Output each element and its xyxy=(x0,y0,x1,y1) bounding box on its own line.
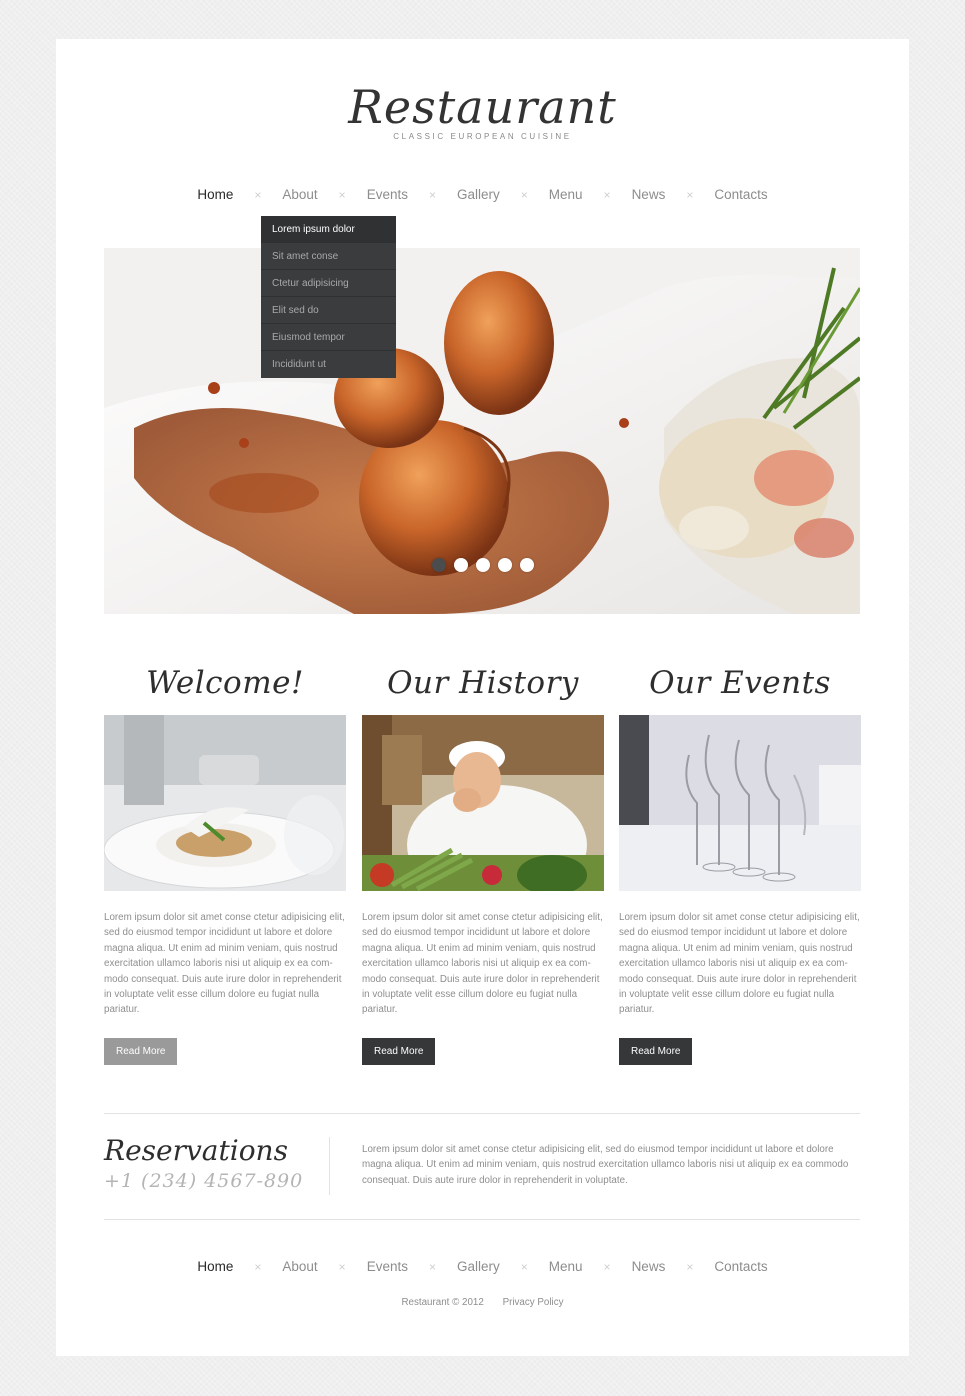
column-text: Lorem ipsum dolor sit amet conse ctetur … xyxy=(104,912,345,1016)
nav-item-events[interactable]: Events xyxy=(367,185,408,205)
slider-dot[interactable] xyxy=(431,558,446,572)
nav-item-gallery[interactable]: Gallery xyxy=(457,185,500,205)
slider-dot[interactable] xyxy=(497,558,512,572)
welcome-column: Welcome! Lorem ipsum dolor sit amet cons… xyxy=(104,655,346,1065)
privacy-policy-link[interactable]: Privacy Policy xyxy=(503,1297,564,1308)
nav-item-menu[interactable]: Menu xyxy=(549,185,583,205)
chef-photo xyxy=(362,715,604,891)
plated-dish-photo xyxy=(104,715,346,891)
nav-separator: × xyxy=(520,188,528,202)
nav-item-menu[interactable]: Menu xyxy=(549,1257,583,1277)
column-title: Welcome! xyxy=(146,665,304,701)
nav-item-news[interactable]: News xyxy=(632,1257,666,1277)
nav-item-contacts[interactable]: Contacts xyxy=(714,1257,767,1277)
column-title: Our Events xyxy=(649,665,831,701)
nav-separator: × xyxy=(338,1260,346,1274)
nav-item-contacts[interactable]: Contacts xyxy=(714,185,767,205)
column-text: Lorem ipsum dolor sit amet conse ctetur … xyxy=(362,912,603,1016)
slider-dot[interactable] xyxy=(475,558,490,572)
nav-separator: × xyxy=(603,188,611,202)
nav-separator: × xyxy=(338,188,346,202)
read-more-button[interactable]: Read More xyxy=(619,1037,693,1065)
reservations-title: Reservations xyxy=(104,1134,288,1167)
column-text: Lorem ipsum dolor sit amet conse ctetur … xyxy=(619,912,860,1016)
nav-item-gallery[interactable]: Gallery xyxy=(457,1257,500,1277)
divider xyxy=(104,1219,860,1220)
reservations-text: Lorem ipsum dolor sit amet conse ctetur … xyxy=(362,1144,849,1186)
nav-separator: × xyxy=(686,1260,694,1274)
dropdown-item[interactable]: Ctetur adipisicing xyxy=(261,270,396,297)
main-nav: Home × About × Events × Gallery × Menu ×… xyxy=(0,185,965,205)
dropdown-item[interactable]: Incididunt ut xyxy=(261,351,396,378)
nav-item-events[interactable]: Events xyxy=(367,1257,408,1277)
nav-item-home[interactable]: Home xyxy=(197,185,233,205)
nav-separator: × xyxy=(686,188,694,202)
dropdown-item[interactable]: Elit sed do xyxy=(261,297,396,324)
wine-glasses-photo xyxy=(619,715,861,891)
footer: Restaurant © 2012 Privacy Policy xyxy=(0,1297,965,1308)
footer-nav: Home × About × Events × Gallery × Menu ×… xyxy=(0,1257,965,1277)
nav-item-about[interactable]: About xyxy=(282,185,317,205)
slider-pagination xyxy=(0,558,965,572)
history-column: Our History Lorem ipsum dolor sit amet c… xyxy=(362,655,604,1065)
nav-item-news[interactable]: News xyxy=(632,185,666,205)
dropdown-item[interactable]: Sit amet conse xyxy=(261,243,396,270)
slider-dot[interactable] xyxy=(453,558,468,572)
logo-tagline: CLASSIC EUROPEAN CUISINE xyxy=(393,132,572,141)
divider xyxy=(104,1113,860,1114)
nav-separator: × xyxy=(428,1260,436,1274)
nav-separator: × xyxy=(254,1260,262,1274)
copyright-text: Restaurant © 2012 xyxy=(401,1297,484,1308)
read-more-button[interactable]: Read More xyxy=(362,1037,436,1065)
slider-dot[interactable] xyxy=(519,558,534,572)
dropdown-item[interactable]: Lorem ipsum dolor xyxy=(261,216,396,243)
nav-separator: × xyxy=(254,188,262,202)
events-column: Our Events Lorem ipsum dolor sit amet co… xyxy=(619,655,861,1065)
nav-item-about[interactable]: About xyxy=(282,1257,317,1277)
nav-separator: × xyxy=(603,1260,611,1274)
logo-title: Restaurant xyxy=(348,80,617,134)
column-title: Our History xyxy=(387,665,579,701)
nav-item-home[interactable]: Home xyxy=(197,1257,233,1277)
about-dropdown-menu: Lorem ipsum dolor Sit amet conse Ctetur … xyxy=(261,216,396,378)
nav-separator: × xyxy=(428,188,436,202)
logo[interactable]: Restaurant CLASSIC EUROPEAN CUISINE xyxy=(0,80,965,141)
reservations-phone[interactable]: +1 (234) 4567-890 xyxy=(104,1168,303,1194)
vertical-divider xyxy=(329,1137,330,1195)
dropdown-item[interactable]: Eiusmod tempor xyxy=(261,324,396,351)
read-more-button[interactable]: Read More xyxy=(104,1037,178,1065)
nav-separator: × xyxy=(520,1260,528,1274)
